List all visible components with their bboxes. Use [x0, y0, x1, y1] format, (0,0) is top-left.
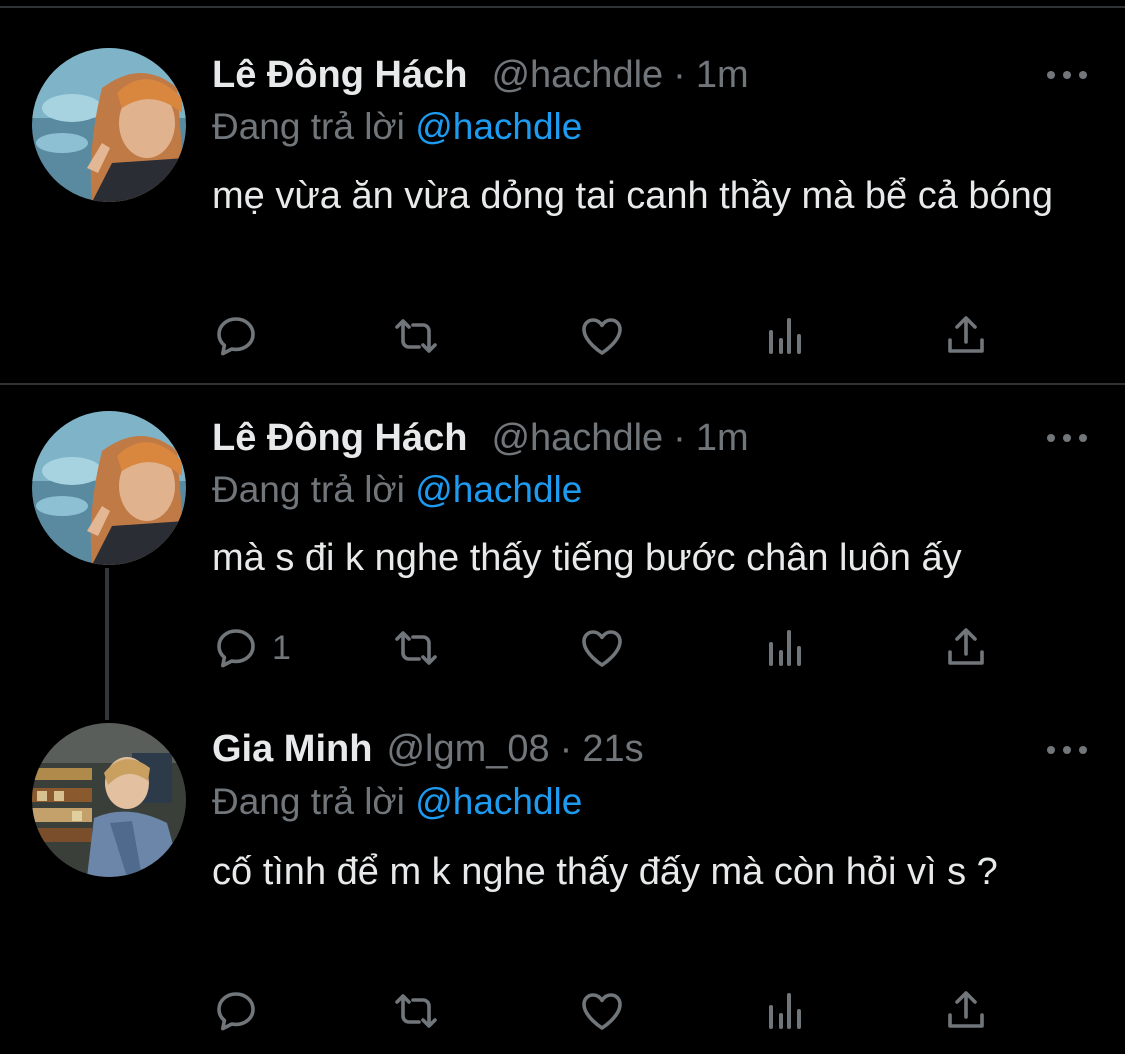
- reply-count: 1: [272, 628, 291, 667]
- reply-button[interactable]: 1: [212, 624, 291, 672]
- analytics-button[interactable]: [761, 312, 809, 360]
- tweet-header: Lê Đông Hách @hachdle · 1m: [212, 50, 749, 100]
- like-icon: [582, 630, 622, 667]
- reply-button[interactable]: [212, 987, 272, 1035]
- avatar[interactable]: [32, 411, 186, 565]
- replying-to-label: Đang trả lời: [212, 106, 405, 147]
- analytics-icon: [769, 993, 801, 1029]
- tweet-divider: [0, 383, 1125, 385]
- analytics-icon: [769, 630, 801, 666]
- like-icon: [582, 318, 622, 355]
- user-handle[interactable]: @lgm_08: [386, 724, 549, 774]
- tweet-header: Gia Minh @lgm_08 · 21s: [212, 724, 644, 774]
- retweet-button[interactable]: [392, 987, 440, 1035]
- analytics-button[interactable]: [761, 987, 809, 1035]
- separator: ·: [673, 54, 686, 96]
- mention-link[interactable]: @hachdle: [415, 106, 582, 147]
- timestamp[interactable]: 21s: [582, 724, 643, 774]
- share-icon: [948, 628, 984, 665]
- tweet-header: Lê Đông Hách @hachdle · 1m: [212, 413, 749, 463]
- timestamp[interactable]: 1m: [696, 50, 749, 100]
- replying-to: Đang trả lời @hachdle: [212, 465, 582, 515]
- replying-to-label: Đang trả lời: [212, 469, 405, 510]
- separator: ·: [559, 728, 573, 770]
- thread-connector: [105, 568, 109, 720]
- share-button[interactable]: [942, 624, 990, 672]
- reply-icon: [217, 629, 255, 668]
- replying-to-label: Đang trả lời: [212, 781, 405, 822]
- reply-button[interactable]: [212, 312, 272, 360]
- share-button[interactable]: [942, 312, 990, 360]
- display-name[interactable]: Lê Đông Hách: [212, 50, 467, 100]
- tweet-text: mà s đi k nghe thấy tiếng bước chân luôn…: [212, 537, 962, 579]
- more-options-icon[interactable]: [1047, 744, 1087, 756]
- tweet-text: cố tình để m k nghe thấy đấy mà còn hỏi …: [212, 851, 998, 893]
- share-button[interactable]: [942, 987, 990, 1035]
- like-button[interactable]: [578, 624, 626, 672]
- action-bar: [212, 312, 1012, 360]
- retweet-icon: [395, 631, 437, 665]
- like-icon: [582, 993, 622, 1030]
- separator: ·: [673, 417, 686, 459]
- tweet-text: mẹ vừa ăn vừa dỏng tai canh thầy mà bể c…: [212, 175, 1053, 217]
- display-name[interactable]: Gia Minh: [212, 724, 372, 774]
- avatar[interactable]: [32, 48, 186, 202]
- retweet-icon: [395, 994, 437, 1028]
- user-handle[interactable]: @hachdle: [491, 50, 663, 100]
- action-bar: [212, 987, 1012, 1035]
- analytics-button[interactable]: [761, 624, 809, 672]
- share-icon: [948, 991, 984, 1028]
- top-divider: [0, 6, 1125, 8]
- share-icon: [948, 316, 984, 353]
- retweet-button[interactable]: [392, 312, 440, 360]
- like-button[interactable]: [578, 312, 626, 360]
- more-options-icon[interactable]: [1047, 432, 1087, 444]
- mention-link[interactable]: @hachdle: [415, 469, 582, 510]
- avatar[interactable]: [32, 723, 186, 877]
- replying-to: Đang trả lời @hachdle: [212, 102, 582, 152]
- timestamp[interactable]: 1m: [696, 413, 749, 463]
- retweet-icon: [395, 319, 437, 353]
- mention-link[interactable]: @hachdle: [415, 781, 582, 822]
- replying-to: Đang trả lời @hachdle: [212, 777, 582, 827]
- display-name[interactable]: Lê Đông Hách: [212, 413, 467, 463]
- reply-icon: [217, 992, 255, 1031]
- analytics-icon: [769, 318, 801, 354]
- retweet-button[interactable]: [392, 624, 440, 672]
- reply-icon: [217, 317, 255, 356]
- like-button[interactable]: [578, 987, 626, 1035]
- action-bar: 1: [212, 624, 1012, 672]
- user-handle[interactable]: @hachdle: [491, 413, 663, 463]
- more-options-icon[interactable]: [1047, 69, 1087, 81]
